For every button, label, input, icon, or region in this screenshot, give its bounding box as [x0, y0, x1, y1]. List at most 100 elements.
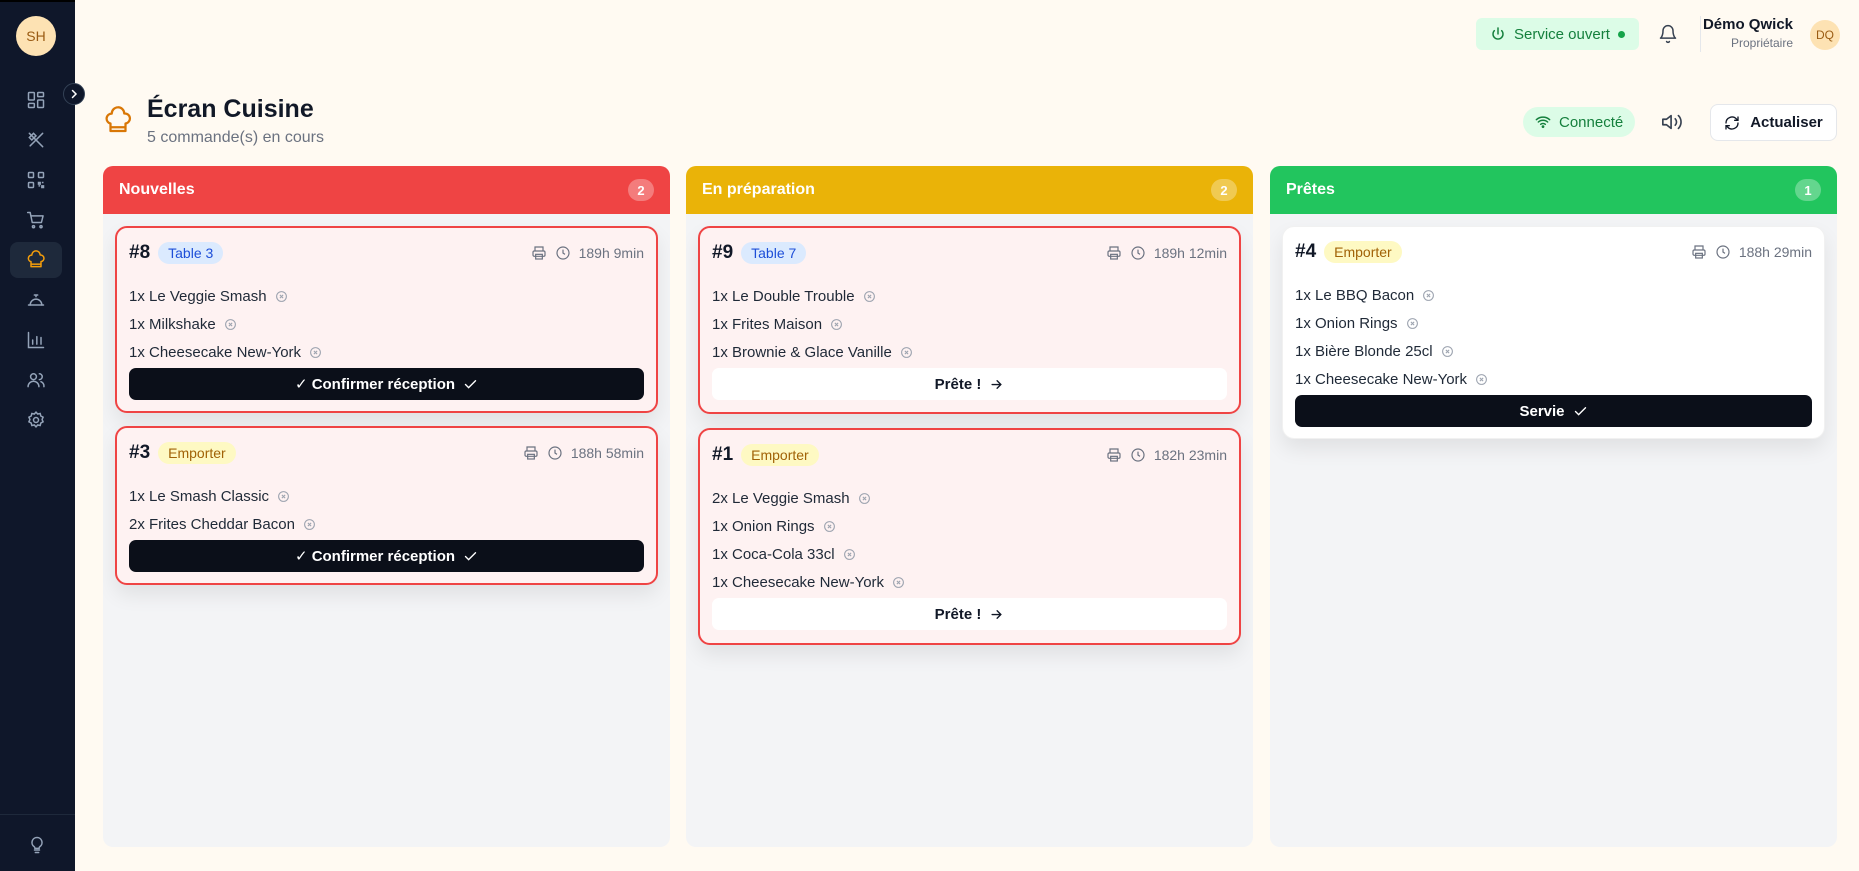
sidebar-item-kitchen[interactable] — [10, 242, 62, 278]
chevron-right-icon — [71, 89, 78, 99]
order-number: #9 — [712, 242, 734, 263]
sidebar-item-dashboard[interactable] — [10, 82, 62, 118]
column-count: 2 — [1211, 179, 1237, 201]
user-name: Démo Qwick — [1702, 16, 1793, 33]
remove-item-icon[interactable] — [863, 290, 876, 303]
lightbulb-icon — [31, 836, 43, 854]
list-item: 2x Le Veggie Smash — [712, 484, 905, 512]
sidebar: SH — [0, 0, 75, 871]
wifi-icon — [1535, 116, 1551, 129]
connection-label: Connecté — [1559, 113, 1624, 131]
chef-hat-icon — [105, 106, 132, 133]
order-time: 188h 58min — [570, 445, 644, 461]
remove-item-icon[interactable] — [843, 548, 856, 561]
page-subtitle: 5 commande(s) en cours — [147, 129, 324, 146]
printer-icon[interactable] — [1106, 447, 1122, 463]
settings-icon — [27, 410, 45, 429]
remove-item-icon[interactable] — [900, 346, 913, 359]
order-tag: Table 3 — [158, 242, 224, 264]
confirm-reception-button[interactable]: ✓ Confirmer réception — [129, 540, 644, 572]
column-ready: Prêtes 1 #4 Emporter 188h 29min 1x Le BB… — [1270, 166, 1837, 847]
printer-icon[interactable] — [1106, 245, 1122, 261]
sidebar-item-stats[interactable] — [10, 322, 62, 358]
order-number: #3 — [129, 442, 151, 463]
remove-item-icon[interactable] — [830, 318, 843, 331]
list-item: 1x Onion Rings — [1295, 309, 1488, 337]
remove-item-icon[interactable] — [309, 346, 322, 359]
printer-icon[interactable] — [531, 245, 547, 261]
list-item: 1x Le BBQ Bacon — [1295, 281, 1488, 309]
column-preparation: En préparation 2 #9 Table 7 189h 12min 1… — [686, 166, 1253, 847]
clock-icon — [548, 446, 562, 460]
order-card: #1 Emporter 182h 23min 2x Le Veggie Smas… — [698, 428, 1241, 645]
sidebar-item-orders[interactable] — [10, 202, 62, 238]
refresh-button[interactable]: Actualiser — [1710, 104, 1837, 141]
order-tag: Emporter — [1324, 241, 1402, 263]
remove-item-icon[interactable] — [1441, 345, 1454, 358]
confirm-reception-button[interactable]: ✓ Confirmer réception — [129, 368, 644, 400]
mark-ready-button[interactable]: Prête ! — [712, 598, 1227, 630]
service-status-toggle[interactable]: Service ouvert — [1476, 18, 1639, 50]
topbar-divider — [1700, 16, 1701, 52]
users-icon — [27, 373, 45, 388]
order-time: 188h 29min — [1738, 244, 1812, 260]
refresh-icon — [1725, 115, 1739, 130]
mark-ready-button[interactable]: Prête ! — [712, 368, 1227, 400]
remove-item-icon[interactable] — [277, 490, 290, 503]
remove-item-icon[interactable] — [1406, 317, 1419, 330]
qr-code-icon — [27, 171, 45, 189]
restaurant-avatar[interactable]: SH — [16, 16, 56, 56]
column-header: Prêtes 1 — [1270, 166, 1837, 214]
clock-icon — [556, 246, 570, 260]
list-item: 1x Le Smash Classic — [129, 482, 316, 510]
order-time: 189h 9min — [578, 245, 644, 261]
sidebar-divider — [0, 814, 75, 815]
order-time: 182h 23min — [1153, 447, 1227, 463]
sidebar-item-service[interactable] — [10, 282, 62, 318]
order-card: #3 Emporter 188h 58min 1x Le Smash Class… — [115, 426, 658, 585]
list-item: 1x Coca-Cola 33cl — [712, 540, 905, 568]
notifications-button[interactable] — [1656, 22, 1680, 46]
order-number: #4 — [1295, 241, 1317, 262]
user-avatar[interactable]: DQ — [1810, 20, 1840, 50]
column-title: Nouvelles — [119, 181, 195, 198]
remove-item-icon[interactable] — [892, 576, 905, 589]
remove-item-icon[interactable] — [303, 518, 316, 531]
list-item: 1x Le Double Trouble — [712, 282, 913, 310]
remove-item-icon[interactable] — [275, 290, 288, 303]
sidebar-tips[interactable] — [26, 834, 48, 856]
status-dot — [1617, 30, 1625, 38]
order-card: #9 Table 7 189h 12min 1x Le Double Troub… — [698, 226, 1241, 414]
remove-item-icon[interactable] — [858, 492, 871, 505]
connection-badge: Connecté — [1523, 107, 1636, 137]
clock-icon — [1131, 246, 1145, 260]
sidebar-item-qr[interactable] — [10, 162, 62, 198]
utensils-icon — [28, 132, 44, 148]
list-item: 1x Frites Maison — [712, 310, 913, 338]
bar-chart-icon — [27, 331, 45, 349]
refresh-label: Actualiser — [1750, 114, 1823, 131]
column-header: Nouvelles 2 — [103, 166, 670, 214]
sidebar-item-team[interactable] — [10, 362, 62, 398]
column-header: En préparation 2 — [686, 166, 1253, 214]
column-count: 2 — [628, 179, 654, 201]
arrow-right-icon — [991, 609, 1003, 619]
sidebar-item-settings[interactable] — [10, 402, 62, 438]
user-info[interactable]: Démo Qwick Propriétaire — [1703, 16, 1793, 50]
list-item: 1x Cheesecake New-York — [1295, 365, 1488, 393]
order-tag: Emporter — [158, 442, 236, 464]
sidebar-item-menu[interactable] — [10, 122, 62, 158]
remove-item-icon[interactable] — [823, 520, 836, 533]
remove-item-icon[interactable] — [224, 318, 237, 331]
list-item: 1x Brownie & Glace Vanille — [712, 338, 913, 366]
volume-icon[interactable] — [1660, 111, 1684, 133]
column-title: Prêtes — [1286, 181, 1335, 198]
list-item: 1x Le Veggie Smash — [129, 282, 322, 310]
printer-icon[interactable] — [1691, 244, 1707, 260]
served-button[interactable]: Servie — [1295, 395, 1812, 427]
printer-icon[interactable] — [523, 445, 539, 461]
list-item: 1x Bière Blonde 25cl — [1295, 337, 1488, 365]
remove-item-icon[interactable] — [1422, 289, 1435, 302]
remove-item-icon[interactable] — [1475, 373, 1488, 386]
sidebar-toggle-button[interactable] — [63, 83, 85, 105]
